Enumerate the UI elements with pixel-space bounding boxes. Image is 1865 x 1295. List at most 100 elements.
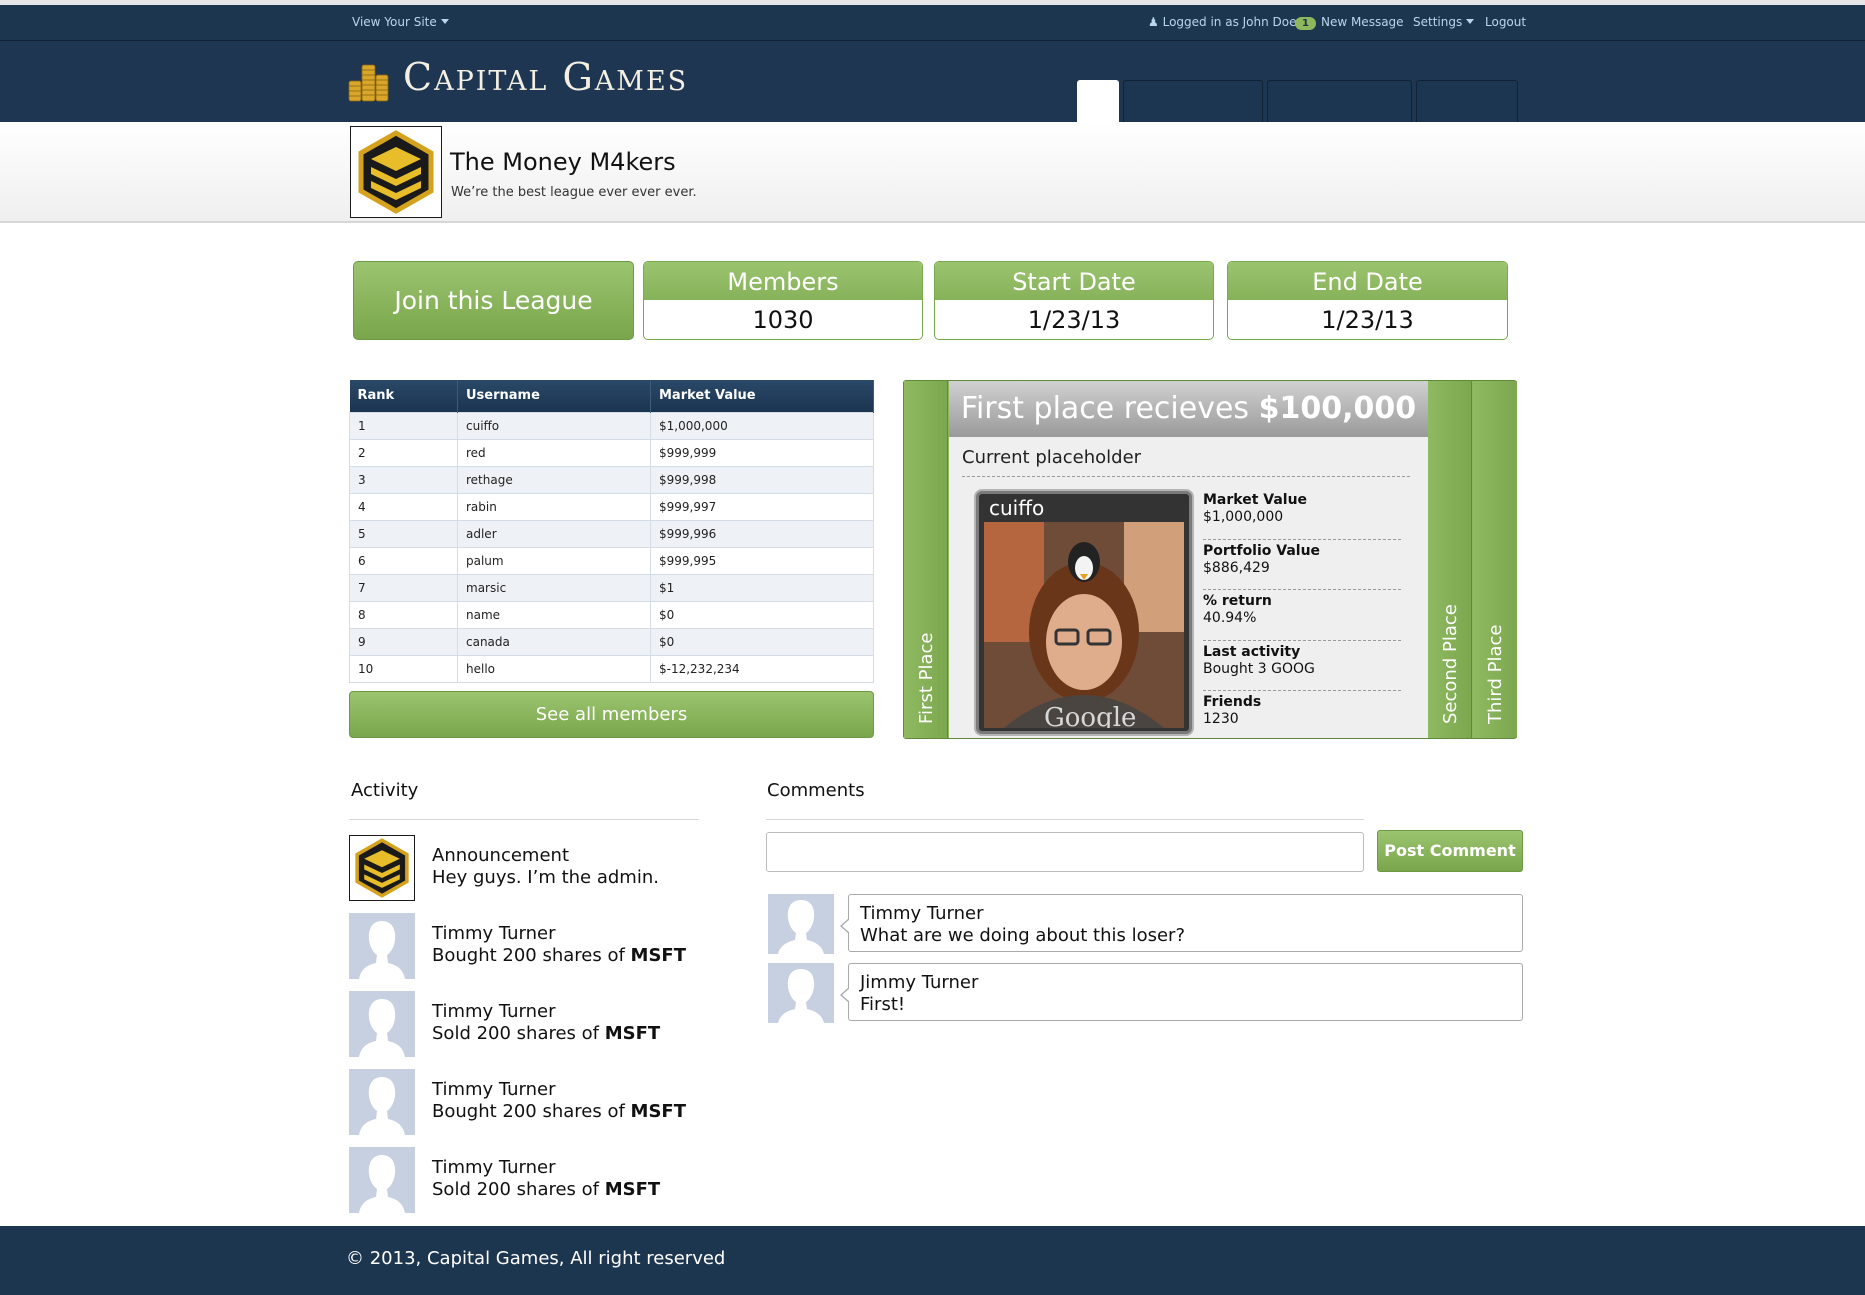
activity-heading: Activity [351, 780, 419, 801]
username-cell[interactable]: palum [457, 546, 651, 575]
stat-value: 40.94% [1203, 610, 1257, 626]
table-row[interactable]: 8 name $0 [349, 600, 874, 629]
activity-ticker[interactable]: MSFT [605, 1023, 660, 1044]
username-cell[interactable]: rethage [457, 465, 651, 494]
chevron-down-icon [440, 19, 449, 24]
comment-text: What are we doing about this loser? [860, 925, 1186, 946]
username-cell[interactable]: cuiffo [457, 411, 651, 440]
second-place-tab[interactable]: Second Place [1428, 381, 1472, 738]
nav-tab-2[interactable] [1123, 80, 1263, 122]
table-row[interactable]: 10 hello $-12,232,234 [349, 654, 874, 683]
nav-tab-4[interactable] [1416, 80, 1518, 122]
new-message-link[interactable]: 1 New Message [1295, 15, 1404, 30]
stat-label: Portfolio Value [1203, 542, 1321, 559]
stat-label: Friends [1203, 694, 1262, 710]
league-badge-icon [350, 126, 442, 218]
username-cell[interactable]: name [457, 600, 651, 629]
table-row[interactable]: 2 red $999,999 [349, 438, 874, 467]
activity-title[interactable]: Timmy Turner [432, 923, 686, 945]
table-row[interactable]: 6 palum $999,995 [349, 546, 874, 575]
market-value-column-header[interactable]: Market Value [650, 380, 874, 412]
stat-friends: Friends 1230 [1203, 691, 1401, 742]
third-place-tab[interactable]: Third Place [1473, 381, 1517, 738]
divider [962, 476, 1410, 477]
first-place-tab[interactable]: First Place [904, 381, 948, 738]
comment-item: Timmy Turner What are we doing about this… [768, 894, 1523, 954]
table-row[interactable]: 5 adler $999,996 [349, 519, 874, 548]
user-avatar-icon[interactable] [349, 1147, 415, 1213]
comment-author[interactable]: Timmy Turner [860, 903, 1511, 925]
activity-ticker[interactable]: MSFT [631, 945, 686, 966]
user-avatar-icon[interactable] [349, 1069, 415, 1135]
view-site-dropdown[interactable]: View Your Site [352, 15, 449, 29]
user-photo: Google [984, 522, 1184, 728]
table-row[interactable]: 1 cuiffo $1,000,000 [349, 411, 874, 440]
site-footer: © 2013, Capital Games, All right reserve… [0, 1226, 1865, 1295]
user-avatar-icon[interactable] [768, 894, 834, 954]
rank-column-header[interactable]: Rank [349, 380, 458, 412]
user-photo-card[interactable]: cuiffo Google [976, 491, 1192, 734]
username-cell[interactable]: adler [457, 519, 651, 548]
stat-value: 1230 [1203, 711, 1239, 727]
logged-in-status[interactable]: ♟ Logged in as John Doe [1148, 15, 1297, 29]
nav-tab-3[interactable] [1267, 80, 1412, 122]
table-row[interactable]: 3 rethage $999,998 [349, 465, 874, 494]
photo-username: cuiffo [989, 496, 1045, 520]
post-comment-button[interactable]: Post Comment [1377, 830, 1523, 872]
prize-text: First place recieves [960, 391, 1250, 426]
copyright-text: © 2013, Capital Games, All right reserve… [346, 1248, 726, 1269]
places-panel: First Place First place recieves $100,00… [903, 380, 1517, 739]
username-cell[interactable]: canada [457, 627, 651, 656]
end-date-label: End Date [1228, 262, 1507, 300]
league-title: The Money M4kers [450, 148, 676, 176]
market-value-cell: $999,995 [650, 546, 874, 575]
username-cell[interactable]: red [457, 438, 651, 467]
table-row[interactable]: 4 rabin $999,997 [349, 492, 874, 521]
stat-label: % return [1203, 593, 1272, 609]
see-all-members-button[interactable]: See all members [349, 691, 874, 738]
list-item: Timmy Turner Bought 200 shares of MSFT [349, 1069, 699, 1135]
user-avatar-icon[interactable] [349, 991, 415, 1057]
table-row[interactable]: 9 canada $0 [349, 627, 874, 656]
leaderboard-table: Rank Username Market Value 1 cuiffo $1,000… [349, 380, 874, 683]
placeholder-stats: Market Value $1,000,000 Portfolio Value $8… [1203, 489, 1401, 742]
market-value-cell: $0 [650, 627, 874, 656]
start-date-stat: Start Date 1/23/13 [934, 261, 1214, 340]
user-icon: ♟ [1148, 15, 1159, 29]
user-avatar-icon[interactable] [349, 913, 415, 979]
view-site-label: View Your Site [352, 15, 437, 29]
members-label: Members [644, 262, 922, 300]
username-column-header[interactable]: Username [457, 380, 651, 412]
rank-cell: 9 [349, 627, 458, 656]
activity-text: Timmy Turner Sold 200 shares of MSFT [432, 1157, 660, 1201]
rank-cell: 5 [349, 519, 458, 548]
activity-title[interactable]: Timmy Turner [432, 1001, 660, 1023]
activity-body: Sold 200 shares of [432, 1179, 605, 1200]
table-row[interactable]: 7 marsic $1 [349, 573, 874, 602]
market-value-cell: $999,999 [650, 438, 874, 467]
username-cell[interactable]: hello [457, 654, 651, 683]
activity-ticker[interactable]: MSFT [605, 1179, 660, 1200]
market-value-cell: $999,998 [650, 465, 874, 494]
first-place-content: First place recieves $100,000 Current pl… [949, 381, 1428, 738]
logout-link[interactable]: Logout [1485, 15, 1526, 29]
comment-input[interactable] [766, 832, 1364, 872]
activity-title[interactable]: Timmy Turner [432, 1157, 660, 1179]
rank-cell: 7 [349, 573, 458, 602]
market-value-cell: $1,000,000 [650, 411, 874, 440]
username-cell[interactable]: rabin [457, 492, 651, 521]
nav-tab-active[interactable] [1077, 80, 1119, 122]
user-avatar-icon[interactable] [768, 963, 834, 1023]
username-cell[interactable]: marsic [457, 573, 651, 602]
stat-label: Last activity [1203, 643, 1301, 660]
join-league-button[interactable]: Join this League [353, 261, 634, 340]
rank-cell: 3 [349, 465, 458, 494]
stat-value: $1,000,000 [1203, 509, 1284, 525]
new-message-label: New Message [1320, 15, 1404, 29]
activity-ticker[interactable]: MSFT [631, 1101, 686, 1122]
activity-text: Timmy Turner Sold 200 shares of MSFT [432, 1001, 660, 1045]
activity-title[interactable]: Timmy Turner [432, 1079, 686, 1101]
brand-logo[interactable]: Capital Games [403, 55, 688, 99]
comment-author[interactable]: Jimmy Turner [860, 972, 1511, 994]
settings-dropdown[interactable]: Settings [1413, 15, 1475, 29]
